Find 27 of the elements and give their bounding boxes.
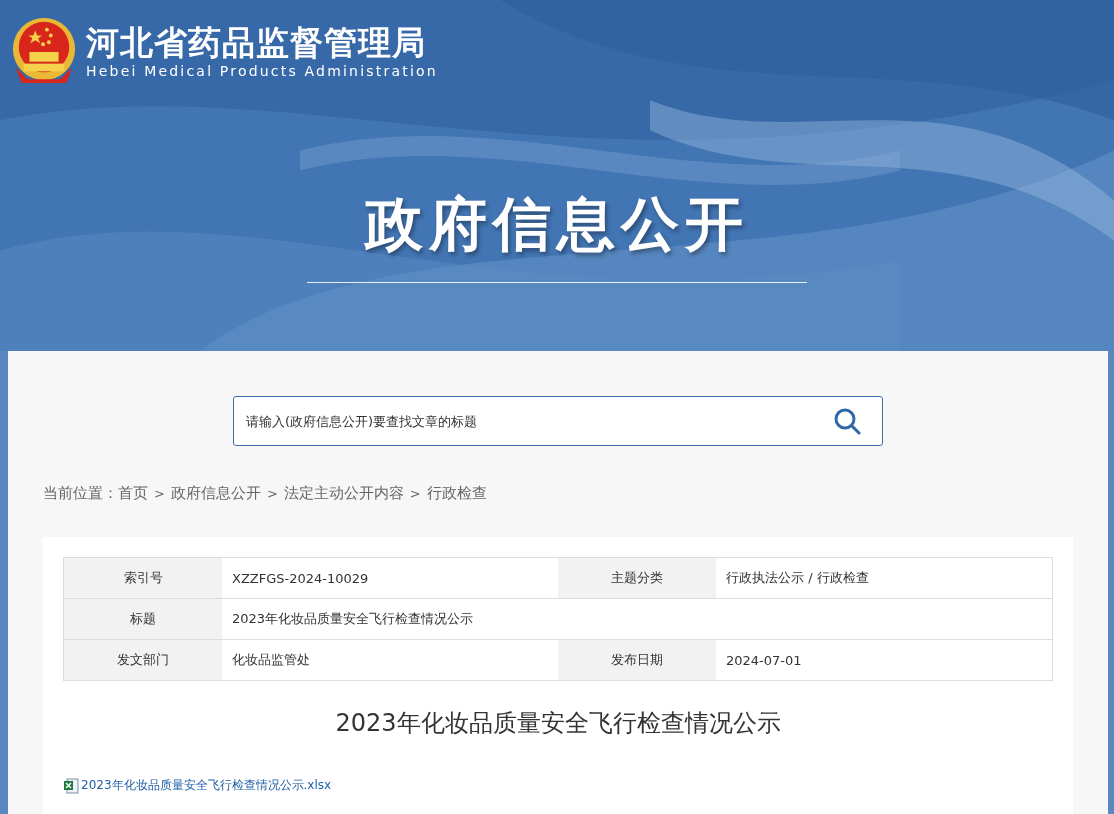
emblem-icon — [10, 16, 78, 86]
field-value: 2023年化妆品质量安全飞行检查情况公示 — [231, 610, 475, 628]
attachment-link[interactable]: 2023年化妆品质量安全飞行检查情况公示.xlsx — [81, 777, 332, 794]
site-subtitle: Hebei Medical Products Administration — [86, 63, 438, 79]
breadcrumb-separator: > — [409, 486, 421, 501]
breadcrumb-separator: > — [154, 486, 165, 501]
field-label: 发文部门 — [64, 640, 222, 680]
search-icon[interactable] — [833, 407, 861, 435]
breadcrumb-separator: > — [266, 486, 278, 501]
search-field[interactable]: 请输入(政府信息公开)要查找文章的标题 — [233, 396, 883, 446]
field-label: 索引号 — [64, 558, 222, 598]
field-value: XZZFGS-2024-10029 — [231, 569, 370, 588]
field-value: 2024-07-01 — [725, 651, 803, 670]
field-label: 主题分类 — [558, 558, 716, 598]
site-title: 河北省药品监督管理局 — [86, 23, 427, 63]
breadcrumb-link[interactable]: 政府信息公开 — [170, 484, 261, 503]
breadcrumb-link[interactable]: 法定主动公开内容 — [283, 484, 404, 503]
field-value: 化妆品监管处 — [231, 651, 311, 669]
field-value: 行政执法公示 / 行政检查 — [725, 569, 870, 587]
breadcrumb-link[interactable]: 行政检查 — [426, 484, 487, 503]
breadcrumb-label: 当前位置： — [43, 484, 118, 503]
article-title: 2023年化妆品质量安全飞行检查情况公示 — [334, 708, 782, 739]
breadcrumb-link[interactable]: 首页 — [118, 484, 148, 503]
field-label: 标题 — [64, 599, 222, 639]
banner-title: 政府信息公开 — [363, 189, 750, 260]
spreadsheet-icon — [63, 777, 79, 794]
field-label: 发布日期 — [558, 640, 716, 680]
